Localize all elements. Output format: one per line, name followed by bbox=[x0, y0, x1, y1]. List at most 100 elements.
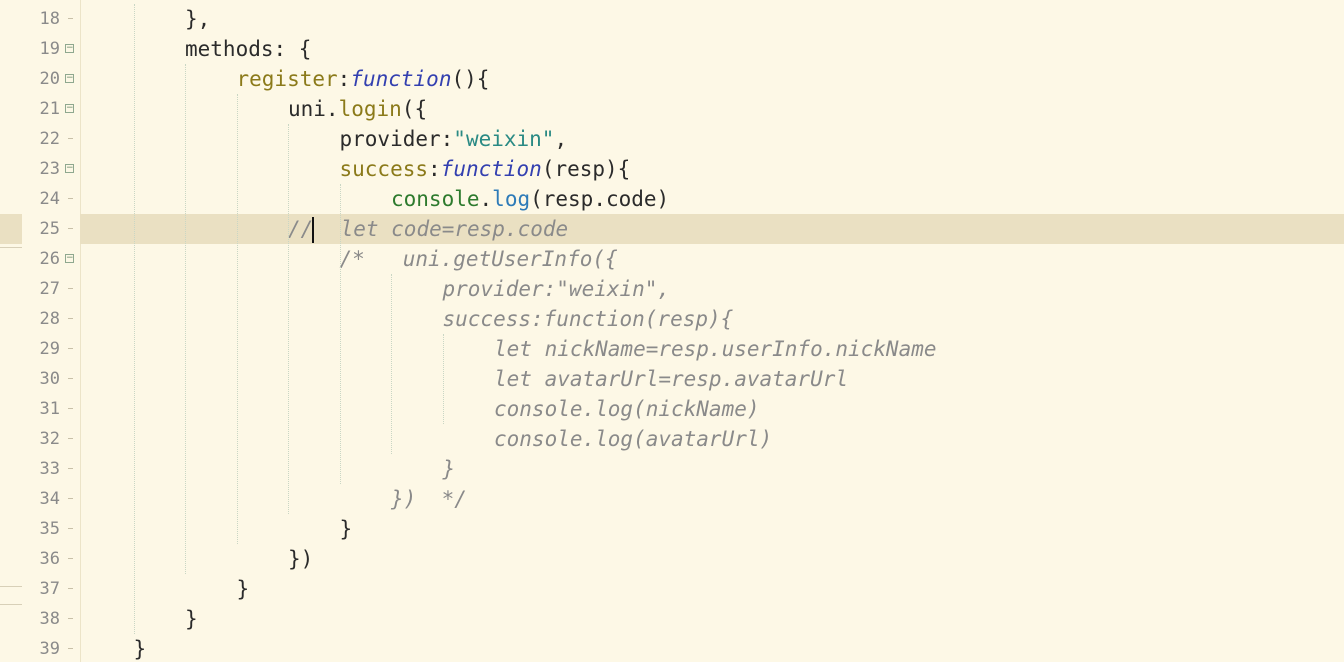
gutter-row: 36 bbox=[0, 544, 80, 574]
code-line[interactable]: provider:"weixin", bbox=[80, 274, 1344, 304]
fold-guide-tick bbox=[68, 228, 73, 229]
fold-toggle-icon[interactable]: − bbox=[65, 164, 74, 173]
gutter-row: 21− bbox=[0, 94, 80, 124]
fold-guide-tick bbox=[68, 18, 73, 19]
code-line[interactable]: success:function(resp){ bbox=[80, 304, 1344, 334]
line-number: 32 bbox=[39, 429, 60, 449]
line-number-gutter[interactable]: 18 19−20−21−22 23−24 25 26−27 28 29 30 31 32 33 34 3… bbox=[0, 0, 81, 662]
code-token: provider:"weixin", bbox=[442, 277, 671, 301]
code-editor[interactable]: 18 19−20−21−22 23−24 25 26−27 28 29 30 31 32 33 34 3… bbox=[0, 0, 1344, 662]
fold-guide-tick bbox=[68, 288, 73, 289]
code-token: uni. bbox=[288, 97, 339, 121]
code-line-content: provider:"weixin", bbox=[340, 124, 568, 154]
line-number: 26 bbox=[39, 249, 60, 269]
fold-guide-tick bbox=[68, 588, 73, 589]
code-token: function bbox=[350, 67, 452, 91]
code-area[interactable]: }, methods: { register:function(){uni.logi… bbox=[80, 0, 1344, 662]
code-line[interactable]: } bbox=[80, 634, 1344, 662]
line-number: 31 bbox=[39, 399, 60, 419]
code-token: } bbox=[133, 637, 147, 661]
code-line[interactable]: }) */ bbox=[80, 484, 1344, 514]
fold-toggle-icon[interactable]: − bbox=[65, 74, 74, 83]
indent-guide bbox=[391, 274, 392, 454]
gutter-row: 39 bbox=[0, 634, 80, 662]
line-number: 21 bbox=[39, 99, 60, 119]
code-line-content: } bbox=[134, 634, 147, 662]
code-token: ({ bbox=[401, 97, 428, 121]
fold-guide-tick bbox=[68, 498, 73, 499]
code-line-current[interactable]: // let code=resp.code bbox=[80, 214, 1344, 244]
fold-toggle-icon[interactable]: − bbox=[65, 44, 74, 53]
code-token: let avatarUrl=resp.avatarUrl bbox=[494, 367, 849, 391]
code-line[interactable]: let avatarUrl=resp.avatarUrl bbox=[80, 364, 1344, 394]
indent-guide bbox=[236, 94, 238, 544]
code-token: "weixin" bbox=[453, 127, 555, 151]
gutter-row: 31 bbox=[0, 394, 80, 424]
code-line-content: methods: { bbox=[185, 34, 311, 64]
code-token: console bbox=[391, 187, 480, 211]
code-line[interactable]: console.log(avatarUrl) bbox=[80, 424, 1344, 454]
line-number: 37 bbox=[39, 579, 60, 599]
code-line[interactable]: console.log(resp.code) bbox=[80, 184, 1344, 214]
fold-guide-tick bbox=[68, 348, 73, 349]
code-line[interactable]: success:function(resp){ bbox=[80, 154, 1344, 184]
fold-toggle-icon[interactable]: − bbox=[65, 104, 74, 113]
fold-guide-tick bbox=[68, 468, 73, 469]
code-token: (resp){ bbox=[541, 157, 631, 181]
line-number: 27 bbox=[39, 279, 60, 299]
code-token: provider: bbox=[339, 127, 454, 151]
code-token: }) bbox=[288, 547, 314, 571]
code-line[interactable]: }) bbox=[80, 544, 1344, 574]
line-number: 19 bbox=[39, 39, 60, 59]
code-line-content: let nickName=resp.userInfo.nickName bbox=[494, 334, 937, 364]
code-line-content: } bbox=[237, 574, 250, 604]
gutter-row: 35 bbox=[0, 514, 80, 544]
code-line[interactable]: register:function(){ bbox=[80, 64, 1344, 94]
gutter-row: 24 bbox=[0, 184, 80, 214]
code-token: } bbox=[185, 607, 198, 631]
code-line[interactable]: } bbox=[80, 574, 1344, 604]
fold-guide-tick bbox=[68, 648, 73, 649]
code-line-content: /* uni.getUserInfo({ bbox=[340, 244, 618, 274]
text-caret bbox=[312, 217, 315, 243]
gutter-row: 18 bbox=[0, 4, 80, 34]
code-line[interactable]: uni.login({ bbox=[80, 94, 1344, 124]
code-line-content: success:function(resp){ bbox=[443, 304, 734, 334]
code-token: methods: { bbox=[185, 37, 312, 61]
code-line[interactable]: console.log(nickName) bbox=[80, 394, 1344, 424]
line-number: 29 bbox=[39, 339, 60, 359]
gutter-row: 33 bbox=[0, 454, 80, 484]
line-number: 25 bbox=[39, 219, 60, 239]
code-token: /* uni.getUserInfo({ bbox=[339, 247, 618, 271]
code-line[interactable]: let nickName=resp.userInfo.nickName bbox=[80, 334, 1344, 364]
line-number: 38 bbox=[39, 609, 60, 629]
gutter-row: 37 bbox=[0, 574, 80, 604]
code-line[interactable]: methods: { bbox=[80, 34, 1344, 64]
gutter-row: 22 bbox=[0, 124, 80, 154]
fold-guide-tick bbox=[68, 438, 73, 439]
code-line[interactable]: }, bbox=[80, 4, 1344, 34]
fold-toggle-icon[interactable]: − bbox=[65, 254, 74, 263]
code-line[interactable]: } bbox=[80, 604, 1344, 634]
line-number: 36 bbox=[39, 549, 60, 569]
indent-guide bbox=[339, 184, 341, 484]
fold-guide-tick bbox=[68, 318, 73, 319]
code-token: : bbox=[337, 67, 351, 91]
code-line[interactable]: } bbox=[80, 514, 1344, 544]
code-line[interactable]: provider:"weixin", bbox=[80, 124, 1344, 154]
code-token: . bbox=[479, 187, 493, 211]
code-line-content: } bbox=[185, 604, 198, 634]
code-line-content: console.log(nickName) bbox=[494, 394, 760, 424]
code-line[interactable]: /* uni.getUserInfo({ bbox=[80, 244, 1344, 274]
code-token: success bbox=[339, 157, 429, 181]
gutter-row: 34 bbox=[0, 484, 80, 514]
code-token: } bbox=[442, 457, 456, 481]
code-token: let code=resp.code bbox=[315, 217, 569, 241]
line-number: 35 bbox=[39, 519, 60, 539]
code-line-content: console.log(resp.code) bbox=[391, 184, 669, 214]
gutter-row: 23− bbox=[0, 154, 80, 184]
line-number: 23 bbox=[39, 159, 60, 179]
code-line[interactable]: } bbox=[80, 454, 1344, 484]
gutter-row: 28 bbox=[0, 304, 80, 334]
line-number: 33 bbox=[39, 459, 60, 479]
